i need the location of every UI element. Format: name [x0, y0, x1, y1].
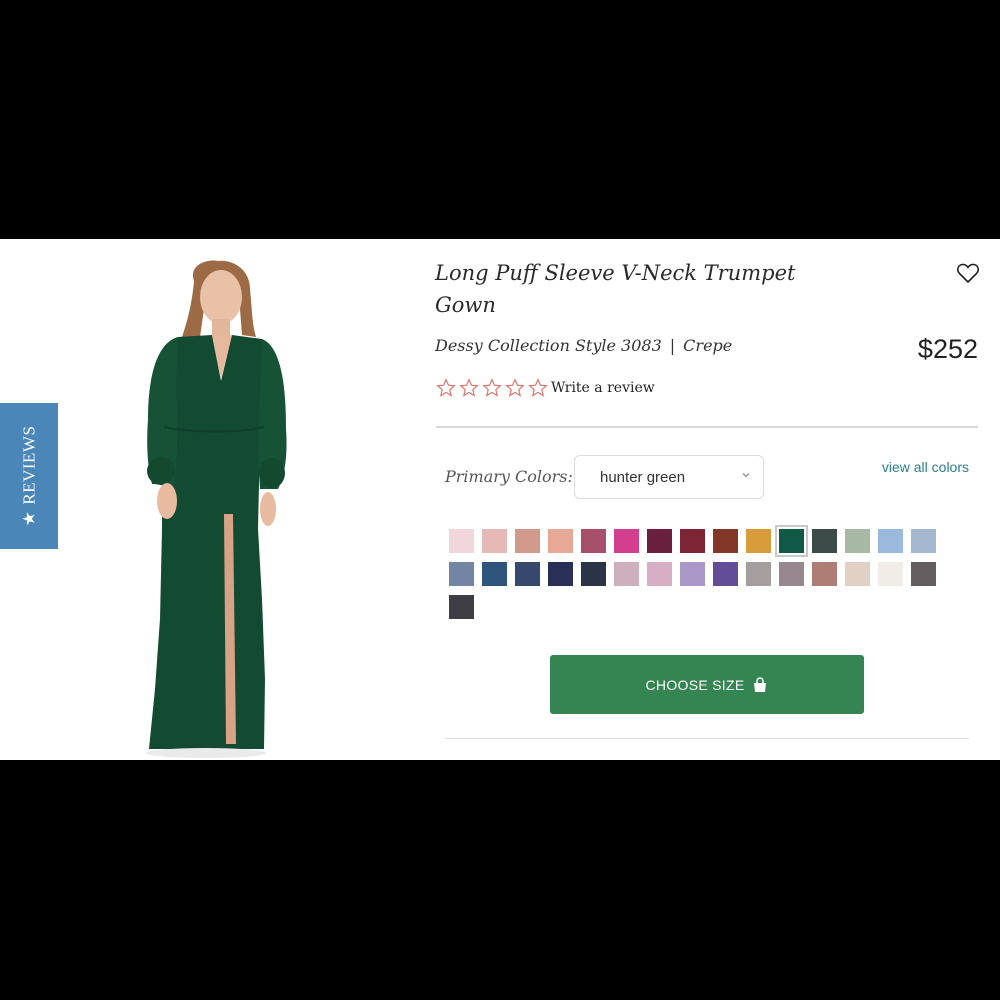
divider: [445, 738, 969, 739]
color-select[interactable]: hunter green: [574, 455, 764, 499]
color-swatch[interactable]: [911, 562, 936, 586]
color-swatch[interactable]: [680, 562, 705, 586]
write-review-link[interactable]: Write a review: [551, 380, 655, 396]
color-swatch[interactable]: [775, 525, 808, 557]
color-swatch[interactable]: [713, 562, 738, 586]
chevron-down-icon: [742, 472, 750, 478]
star-outline-icon: [459, 378, 479, 397]
color-swatch[interactable]: [647, 562, 672, 586]
divider: [436, 426, 978, 428]
color-swatch[interactable]: [812, 529, 837, 553]
color-swatch[interactable]: [581, 529, 606, 553]
choose-size-button[interactable]: CHOOSE SIZE: [550, 655, 864, 714]
color-swatch[interactable]: [845, 562, 870, 586]
price: $252: [917, 334, 978, 364]
primary-colors-label: Primary Colors:: [445, 467, 573, 486]
color-swatch[interactable]: [581, 562, 606, 586]
shopping-bag-icon: [754, 676, 767, 692]
color-swatch[interactable]: [449, 562, 474, 586]
star-outline-icon: [505, 378, 525, 397]
color-swatch[interactable]: [911, 529, 936, 553]
product-panel: ★ REVIEWS Long Puff Sleeve V-Neck Trumpe…: [0, 239, 1000, 760]
reviews-tab[interactable]: ★ REVIEWS: [0, 403, 58, 549]
color-swatch[interactable]: [746, 562, 771, 586]
color-swatch[interactable]: [845, 529, 870, 553]
color-swatches: [449, 525, 949, 628]
star-outline-icon: [436, 378, 456, 397]
separator: |: [669, 336, 676, 355]
star-icon: ★: [19, 510, 39, 527]
color-swatch[interactable]: [482, 562, 507, 586]
reviews-tab-label: REVIEWS: [19, 425, 39, 505]
color-swatch[interactable]: [779, 562, 804, 586]
color-swatch[interactable]: [647, 529, 672, 553]
color-swatch[interactable]: [746, 529, 771, 553]
color-swatch[interactable]: [713, 529, 738, 553]
color-swatch[interactable]: [812, 562, 837, 586]
star-outline-icon: [528, 378, 548, 397]
product-subtitle: Dessy Collection Style 3083 | Crepe: [435, 336, 732, 355]
rating-stars[interactable]: Write a review: [436, 378, 655, 398]
collection-style: Dessy Collection Style 3083: [435, 336, 662, 355]
color-swatch[interactable]: [515, 562, 540, 586]
fabric: Crepe: [683, 336, 733, 355]
color-swatch[interactable]: [449, 529, 474, 553]
color-swatch[interactable]: [548, 562, 573, 586]
color-select-value: hunter green: [600, 468, 686, 486]
color-swatch[interactable]: [614, 529, 639, 553]
color-swatch[interactable]: [482, 529, 507, 553]
product-image: [146, 260, 287, 758]
color-swatch[interactable]: [680, 529, 705, 553]
color-swatch[interactable]: [878, 562, 903, 586]
color-swatch[interactable]: [614, 562, 639, 586]
choose-size-label: CHOOSE SIZE: [645, 676, 745, 693]
color-swatch[interactable]: [548, 529, 573, 553]
color-swatch[interactable]: [878, 529, 903, 553]
heart-icon[interactable]: [956, 262, 980, 284]
star-outline-icon: [482, 378, 502, 397]
product-title: Long Puff Sleeve V-Neck Trumpet Gown: [435, 261, 796, 317]
color-swatch[interactable]: [449, 595, 474, 619]
color-swatch[interactable]: [515, 529, 540, 553]
view-all-colors-link[interactable]: view all colors: [882, 459, 969, 475]
